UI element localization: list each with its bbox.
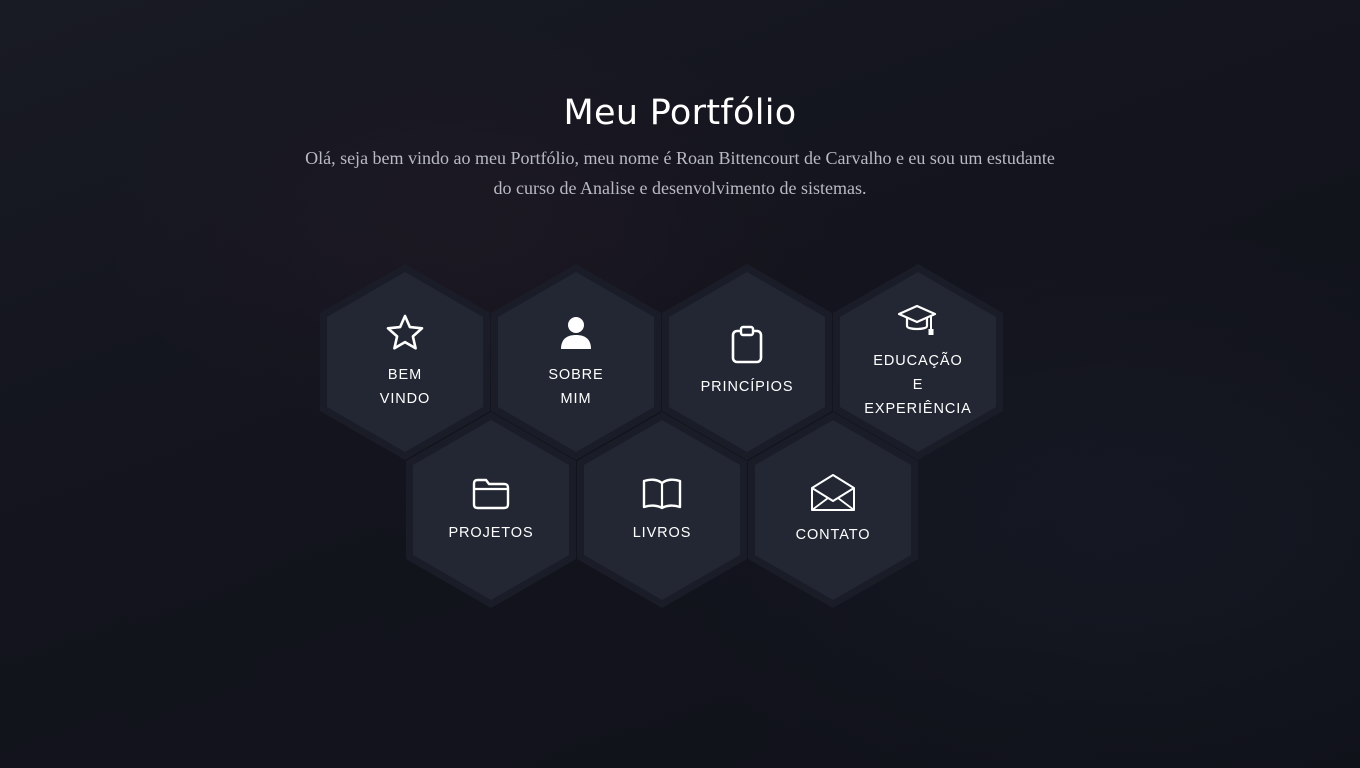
nav-hex-livros[interactable]: LIVROS xyxy=(575,410,749,610)
page: Meu Portfólio Olá, seja bem vindo ao meu… xyxy=(0,0,1360,768)
page-title: Meu Portfólio xyxy=(563,93,797,133)
nav-hex-projetos[interactable]: PROJETOS xyxy=(404,410,578,610)
nav-hex-contato[interactable]: CONTATO xyxy=(746,410,920,610)
star-icon xyxy=(386,314,424,350)
nav-label: CONTATO xyxy=(795,527,871,543)
nav-label: PROJETOS xyxy=(448,525,534,541)
nav-label: LIVROS xyxy=(632,525,692,541)
nav-label: BEM VINDO xyxy=(379,367,431,407)
user-icon xyxy=(561,317,591,349)
envelope-icon xyxy=(811,474,855,511)
nav-label: PRINCÍPIOS xyxy=(700,379,794,395)
folder-icon xyxy=(472,478,510,510)
clipboard-icon xyxy=(731,325,763,364)
nav-label: SOBRE MIM xyxy=(548,367,604,407)
graduation-cap-icon xyxy=(898,304,937,335)
intro-text: Olá, seja bem vindo ao meu Portfólio, me… xyxy=(305,148,1055,198)
book-icon xyxy=(642,478,682,510)
